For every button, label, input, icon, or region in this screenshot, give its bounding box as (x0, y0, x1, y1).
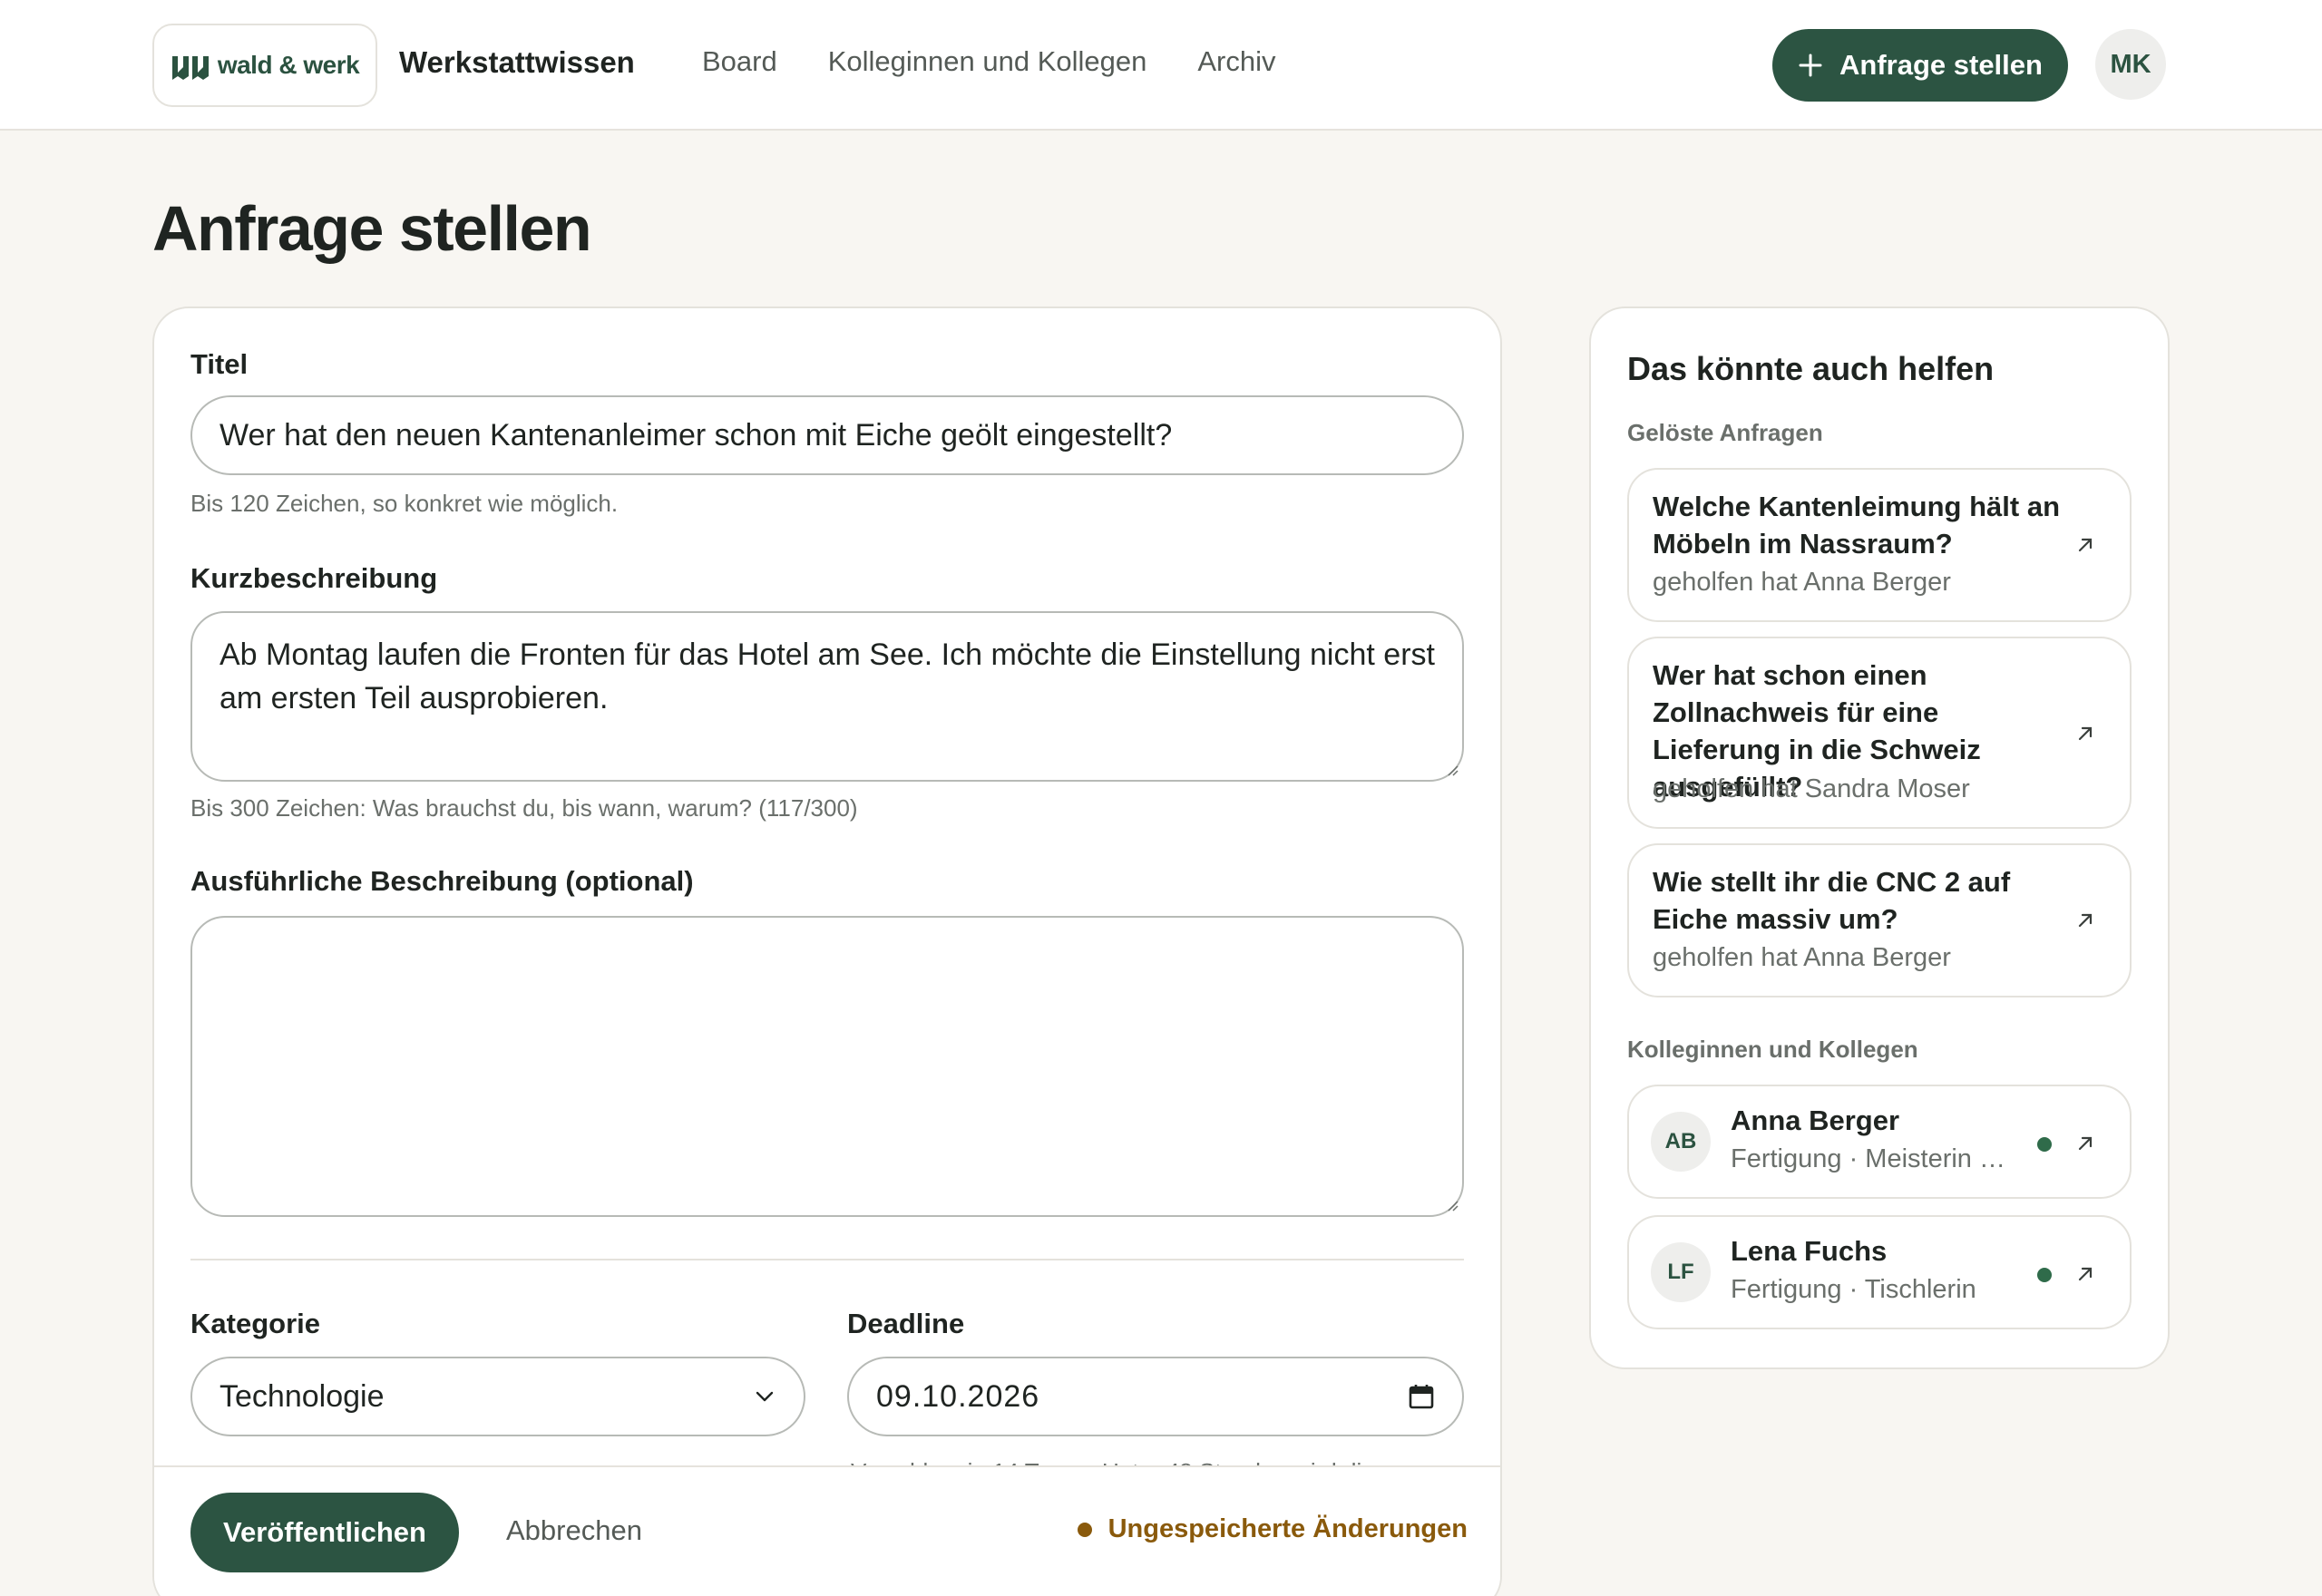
long-description-textarea[interactable] (190, 916, 1464, 1217)
colleague-card[interactable]: AB Anna Berger Fertigung · Meisterin C… (1627, 1085, 2132, 1199)
form-action-bar: Veröffentlichen Abbrechen Ungespeicherte… (154, 1465, 1500, 1596)
request-form: Titel Wer hat den neuen Kantenanleimer s… (152, 307, 1502, 1596)
solved-request-meta: geholfen hat Anna Berger (1653, 568, 1951, 597)
calendar-icon[interactable] (1408, 1383, 1435, 1410)
colleague-role: Fertigung · Meisterin C… (1731, 1144, 2017, 1173)
colleague-avatar: LF (1651, 1242, 1711, 1302)
short-description-hint: Bis 300 Zeichen: Was brauchst du, bis wa… (190, 794, 858, 822)
short-description-textarea[interactable]: Ab Montag laufen die Fronten für das Hot… (190, 611, 1464, 782)
solved-request-card[interactable]: Welche Kantenleimung hält an Möbeln im N… (1627, 468, 2132, 622)
resize-handle-icon[interactable] (1444, 1197, 1459, 1212)
title-input[interactable]: Wer hat den neuen Kantenanleimer schon m… (190, 395, 1464, 475)
deadline-input[interactable]: 09.10.2026 (847, 1357, 1464, 1436)
logo[interactable]: wald & werk (152, 24, 377, 107)
category-select[interactable]: Technologie (190, 1357, 805, 1436)
arrow-up-right-icon (2078, 1267, 2093, 1281)
form-divider (190, 1259, 1464, 1260)
short-description-label: Kurzbeschreibung (190, 562, 438, 594)
online-status-icon (2037, 1137, 2052, 1152)
short-description-text: Ab Montag laufen die Fronten für das Hot… (220, 637, 1435, 715)
category-label: Kategorie (190, 1308, 320, 1339)
nav-board[interactable]: Board (702, 45, 777, 78)
solved-request-title: Welche Kantenleimung hält an Möbeln im N… (1653, 491, 2061, 560)
chevron-down-icon (756, 1391, 774, 1402)
unsaved-status-text: Ungespeicherte Änderungen (1107, 1514, 1468, 1543)
arrow-up-right-icon (2078, 1136, 2093, 1151)
publish-button[interactable]: Veröffentlichen (190, 1493, 459, 1572)
page-title: Anfrage stellen (152, 193, 592, 264)
cancel-button[interactable]: Abbrechen (506, 1514, 642, 1547)
resize-handle-icon[interactable] (1444, 762, 1459, 776)
arrow-up-right-icon (2078, 726, 2093, 741)
colleague-role: Fertigung · Tischlerin (1731, 1275, 1976, 1304)
unsaved-dot-icon (1077, 1522, 1092, 1537)
solved-requests-heading: Gelöste Anfragen (1627, 419, 1823, 446)
solved-request-title: Wie stellt ihr die CNC 2 auf Eiche massi… (1653, 866, 2011, 935)
arrow-up-right-icon (2078, 538, 2093, 552)
colleague-name: Anna Berger (1731, 1105, 1900, 1136)
solved-request-card[interactable]: Wer hat schon einen Zollnachweis für ein… (1627, 637, 2132, 829)
main-nav: Board Kolleginnen und Kollegen Archiv (702, 45, 1276, 78)
deadline-label: Deadline (847, 1308, 965, 1339)
nav-archive[interactable]: Archiv (1197, 45, 1275, 78)
app-name: Werkstattwissen (399, 45, 635, 79)
long-description-label: Ausführliche Beschreibung (optional) (190, 865, 694, 897)
nav-colleagues[interactable]: Kolleginnen und Kollegen (828, 45, 1147, 78)
sidebar-title: Das könnte auch helfen (1627, 350, 1995, 387)
help-sidebar: Das könnte auch helfen Gelöste Anfragen … (1589, 307, 2170, 1369)
unsaved-status: Ungespeicherte Änderungen (1077, 1514, 1468, 1544)
online-status-icon (2037, 1268, 2052, 1282)
colleague-avatar: AB (1651, 1112, 1711, 1172)
colleague-card[interactable]: LF Lena Fuchs Fertigung · Tischlerin (1627, 1215, 2132, 1329)
top-navigation-bar: wald & werk Werkstattwissen Board Kolleg… (0, 0, 2322, 131)
category-value: Technologie (220, 1378, 385, 1414)
new-request-label: Anfrage stellen (1839, 49, 2043, 81)
logo-icon (171, 56, 209, 80)
logo-text: wald & werk (217, 51, 360, 79)
colleague-name: Lena Fuchs (1731, 1235, 1888, 1267)
solved-request-card[interactable]: Wie stellt ihr die CNC 2 auf Eiche massi… (1627, 843, 2132, 998)
new-request-button[interactable]: Anfrage stellen (1772, 29, 2068, 102)
deadline-value: 09.10.2026 (876, 1378, 1040, 1414)
title-label: Titel (190, 348, 249, 380)
user-avatar[interactable]: MK (2095, 29, 2166, 100)
title-hint: Bis 120 Zeichen, so konkret wie möglich. (190, 490, 619, 517)
plus-icon (1799, 54, 1822, 77)
colleagues-heading: Kolleginnen und Kollegen (1627, 1036, 1918, 1063)
arrow-up-right-icon (2078, 913, 2093, 928)
solved-request-meta: geholfen hat Sandra Moser (1653, 774, 1970, 803)
solved-request-meta: geholfen hat Anna Berger (1653, 943, 1951, 972)
